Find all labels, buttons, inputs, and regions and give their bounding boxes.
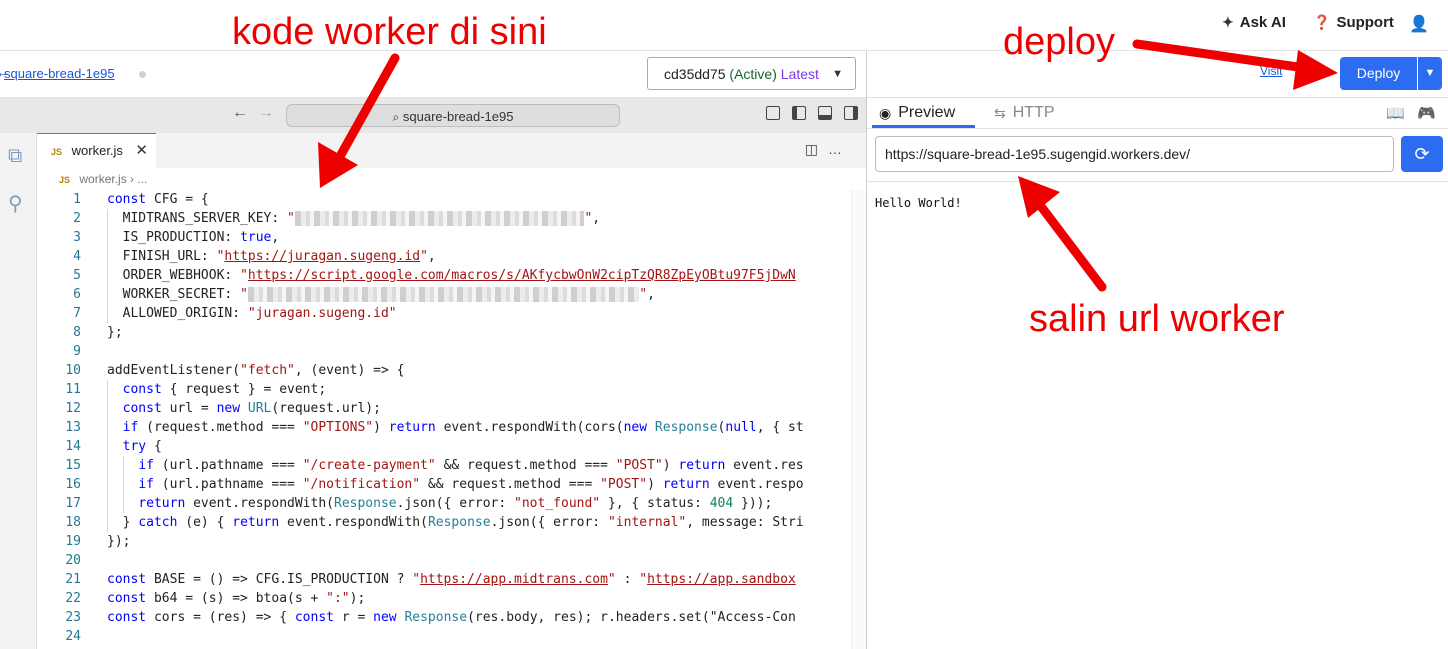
arrow-to-url-head [1018, 176, 1060, 218]
arrow-to-code [333, 53, 400, 165]
annotation-arrows [318, 39, 1338, 292]
arrow-to-url [1035, 200, 1107, 292]
arrow-to-deploy [1132, 39, 1310, 73]
arrow-to-deploy-head [1293, 50, 1338, 90]
arrow-to-code-head [318, 142, 358, 188]
